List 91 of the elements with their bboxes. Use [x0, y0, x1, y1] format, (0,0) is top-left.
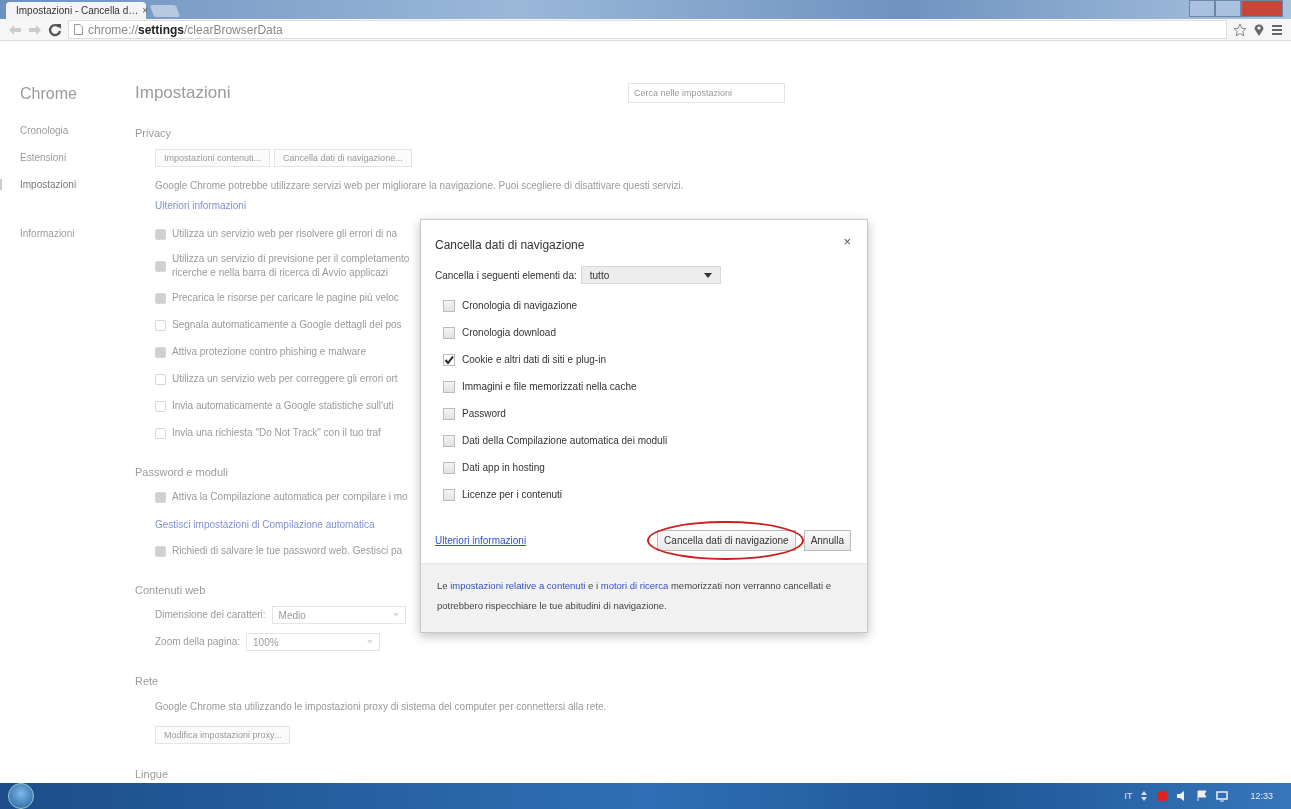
- shield-icon[interactable]: [1156, 790, 1169, 802]
- dropdown[interactable]: Medio: [271, 606, 406, 624]
- section-heading: Privacy: [135, 127, 172, 139]
- checkbox[interactable]: [155, 545, 166, 557]
- checkbox[interactable]: [155, 400, 166, 412]
- tab-title: Impostazioni - Cancella d…: [16, 5, 139, 16]
- option-label: Utilizza un servizio web per risolvere gli errori di na: [172, 227, 398, 241]
- network-description: Google Chrome sta utilizzando le impostazioni proxy di sistema del computer per connettersi alla rete.: [155, 700, 608, 714]
- option-label: Richiedi di salvare le tue password web. Gestisci pa: [172, 544, 403, 558]
- checkbox[interactable]: [443, 461, 455, 474]
- option-label: Cronologia download: [462, 327, 556, 338]
- sidebar-item[interactable]: Cronologia: [0, 125, 135, 136]
- checkbox[interactable]: [155, 427, 166, 439]
- checkbox[interactable]: [155, 260, 166, 272]
- sidebar-item[interactable]: Estensioni: [0, 152, 135, 163]
- reload-icon[interactable]: [48, 22, 62, 37]
- option-label: Password: [462, 408, 506, 419]
- range-label: Cancella i seguenti elementi da:: [435, 269, 577, 281]
- dialog-title: Cancella dati di navigazione: [435, 237, 585, 252]
- option-label: Cookie e altri dati di siti e plug-in: [462, 354, 606, 365]
- minimize-button[interactable]: [1189, 0, 1215, 17]
- checkbox[interactable]: [155, 373, 166, 385]
- settings-button[interactable]: Cancella dati di navigazione...: [274, 149, 412, 167]
- dialog-button[interactable]: Cancella dati di navigazione: [657, 530, 796, 551]
- autofill-settings-link[interactable]: Gestisci impostazioni di Compilazione automatica: [155, 518, 375, 530]
- checkbox[interactable]: [155, 346, 166, 358]
- page-title: Impostazioni: [135, 83, 231, 103]
- flag-icon[interactable]: [1196, 790, 1209, 802]
- start-button[interactable]: [8, 783, 34, 809]
- checkbox[interactable]: [443, 380, 455, 393]
- section-heading: Rete: [135, 675, 159, 687]
- forward-icon[interactable]: [28, 23, 42, 36]
- settings-link[interactable]: motori di ricerca: [600, 580, 669, 591]
- time-range-dropdown[interactable]: tutto: [580, 266, 721, 284]
- option-label: Attiva la Compilazione automatica per compilare i mo: [172, 490, 408, 504]
- close-button[interactable]: ×: [843, 234, 851, 249]
- checkbox[interactable]: [155, 319, 166, 331]
- maximize-button[interactable]: [1215, 0, 1241, 17]
- option-label: Utilizza un servizio web per correggere gli errori ort: [172, 372, 398, 386]
- option-label: Dati app in hosting: [462, 462, 545, 473]
- dropdown[interactable]: 100%: [246, 633, 381, 651]
- clock[interactable]: 12:33: [1250, 791, 1273, 801]
- section-heading: Lingue: [135, 768, 169, 780]
- learn-more-link[interactable]: Ulteriori informazioni: [155, 200, 247, 211]
- page-icon: [74, 24, 83, 35]
- settings-link[interactable]: impostazioni relative a contenuti: [450, 580, 586, 591]
- option-label: Invia una richiesta "Do Not Track" con il tuo traf: [172, 426, 381, 440]
- menu-icon[interactable]: [1271, 23, 1283, 36]
- language-indicator[interactable]: IT: [1124, 791, 1133, 801]
- option-label: Precarica le risorse per caricare le pagine più veloc: [172, 291, 399, 305]
- dialog-button[interactable]: Annulla: [803, 530, 851, 551]
- checkbox[interactable]: [155, 228, 166, 240]
- setting-label: Dimensione dei caratteri:: [155, 608, 266, 622]
- section-heading: Contenuti web: [135, 584, 206, 596]
- learn-more-link[interactable]: Ulteriori informazioni: [435, 535, 527, 546]
- new-tab-button[interactable]: [149, 5, 181, 17]
- option-label: Immagini e file memorizzati nella cache: [462, 381, 637, 392]
- checkbox[interactable]: [443, 353, 455, 366]
- option-label: Segnala automaticamente a Google dettagli dei pos: [172, 318, 402, 332]
- option-label: Attiva protezione contro phishing e malware: [172, 345, 366, 359]
- checkbox[interactable]: [443, 488, 455, 501]
- checkbox[interactable]: [443, 407, 455, 420]
- network-icon[interactable]: [1216, 790, 1229, 802]
- browser-tab[interactable]: Impostazioni - Cancella d… ×: [6, 2, 146, 19]
- option-label: Dati della Compilazione automatica dei moduli: [462, 435, 668, 446]
- option-label: Licenze per i contenuti: [462, 489, 563, 500]
- proxy-settings-button[interactable]: Modifica impostazioni proxy...: [155, 726, 291, 744]
- section-heading: Password e moduli: [135, 466, 228, 478]
- back-icon[interactable]: [8, 23, 22, 36]
- star-icon[interactable]: [1233, 22, 1247, 37]
- privacy-description: Google Chrome potrebbe utilizzare servizi web per migliorare la navigazione. Puoi scegliere di disattivare questi servizi. Ulteriori informazioni: [155, 179, 685, 213]
- address-bar[interactable]: chrome://settings/clearBrowserData: [68, 20, 1227, 39]
- checkbox[interactable]: [443, 299, 455, 312]
- setting-label: Zoom della pagina:: [155, 635, 241, 649]
- option-label: Invia automaticamente a Google statistiche sull'uti: [172, 399, 394, 413]
- checkbox[interactable]: [155, 292, 166, 304]
- option-label: Cronologia di navigazione: [462, 300, 578, 311]
- checkbox[interactable]: [443, 434, 455, 447]
- checkbox[interactable]: [155, 491, 166, 503]
- tab-close[interactable]: ×: [142, 5, 149, 16]
- option-label: Utilizza un servizio di previsione per il completamento ricerche e nella barra di ricerca di Avvio applicazi: [172, 252, 410, 280]
- close-button[interactable]: [1241, 0, 1283, 17]
- dialog-note: Le impostazioni relative a contenuti e i motori di ricerca memorizzati non verranno cancellati e potrebbero rispecchiare le tue abitudini di navigazione.: [421, 563, 867, 632]
- sidebar-item[interactable]: Impostazioni: [0, 179, 135, 190]
- search-field[interactable]: Cerca nelle impostazioni: [628, 83, 785, 103]
- settings-button[interactable]: Impostazioni contenuti...: [155, 149, 271, 167]
- map-pin-icon[interactable]: [1253, 22, 1265, 37]
- sidebar-title: Chrome: [19, 85, 78, 103]
- checkbox[interactable]: [443, 326, 455, 339]
- caret-icon[interactable]: [1140, 790, 1149, 802]
- sidebar-item[interactable]: Informazioni: [0, 228, 135, 239]
